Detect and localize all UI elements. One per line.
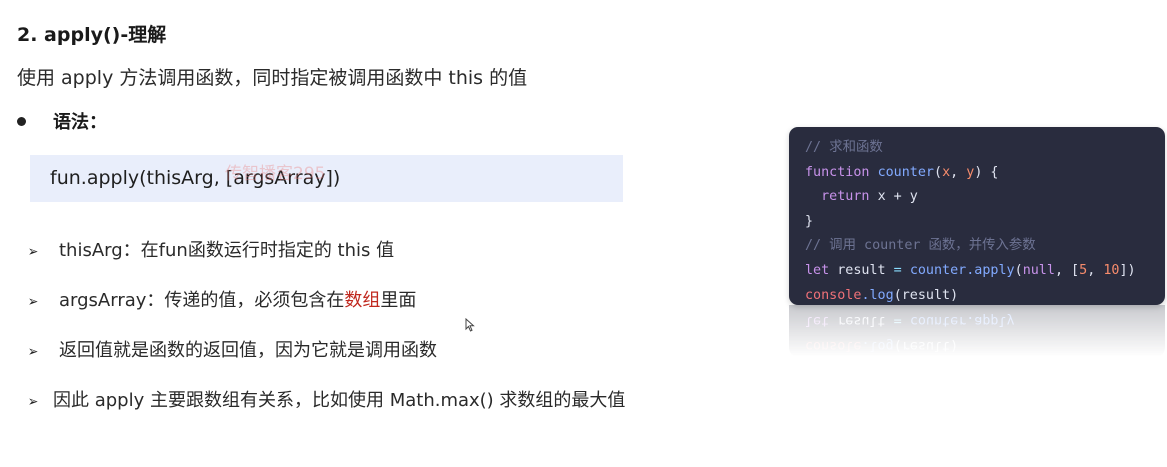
list-item-text: thisArg：在fun函数运行时指定的 this 值 — [59, 240, 395, 261]
reflection-text: .apply — [966, 313, 1015, 329]
explanation-list: ➢ thisArg：在fun函数运行时指定的 this 值 ➢ argsArray：… — [27, 238, 626, 438]
reflection-text: = — [885, 313, 910, 329]
list-item-text: 返回值就是函数的返回值，因为它就是调用函数 — [59, 340, 437, 361]
list-item-text: 因此 apply 主要跟数组有关系，比如使用 Math.max() 求数组的最大… — [53, 390, 626, 411]
code-punct: (result) — [893, 287, 959, 303]
list-item: ➢ 返回值就是函数的返回值，因为它就是调用函数 — [27, 338, 625, 388]
list-item: ➢ thisArg：在fun函数运行时指定的 this 值 — [27, 238, 625, 288]
list-item: ➢ argsArray：传递的值，必须包含在数组里面 — [27, 288, 625, 338]
code-operator: = — [885, 262, 910, 278]
code-line-5: // 调用 counter 函数，并传入参数 — [805, 234, 1165, 259]
reflection-text: console — [805, 338, 862, 353]
reflection-text: let — [805, 313, 830, 329]
code-expr: x + y — [877, 189, 918, 205]
code-card-reflection: console.log(result) let result = counter.… — [789, 305, 1165, 357]
arrow-bullet-icon: ➢ — [27, 344, 39, 360]
bullet-dot-icon — [17, 116, 26, 126]
code-line-3: return x + y — [805, 185, 1165, 210]
code-punct: , [ — [1054, 262, 1080, 278]
reflection-content: console.log(result) let result = counter.… — [789, 305, 1165, 357]
arrow-bullet-icon: ➢ — [27, 394, 39, 410]
intro-text: 使用 apply 方法调用函数，同时指定被调用函数中 this 的值 — [17, 67, 528, 89]
reflection-text: (result) — [893, 338, 959, 353]
code-param: x — [942, 164, 951, 180]
code-keyword: let — [805, 262, 830, 278]
mouse-cursor-icon — [465, 317, 475, 336]
syntax-code: fun.apply(thisArg, [argsArray]) — [50, 167, 341, 189]
code-line-4: } — [805, 210, 1165, 235]
code-keyword: function — [805, 164, 870, 180]
list-item: ➢ 因此 apply 主要跟数组有关系，比如使用 Math.max() 求数组的最… — [27, 388, 626, 438]
syntax-label-row: 语法： — [17, 108, 107, 134]
code-punct: ) { — [974, 164, 999, 180]
list-item-text: argsArray：传递的值，必须包含在 — [59, 290, 345, 311]
code-line-2: function counter(x, y) { — [805, 161, 1165, 186]
reflection-text: counter — [909, 313, 967, 329]
code-punct: } — [805, 213, 814, 229]
code-line-6: let result = counter.apply(null, [5, 10]… — [805, 259, 1165, 284]
code-comment: // 求和函数 — [805, 140, 883, 155]
code-null: null — [1022, 262, 1055, 278]
section-heading: 2. apply()-理解 — [17, 24, 167, 46]
code-comment: // 调用 counter 函数，并传入参数 — [805, 238, 1036, 254]
code-number: 5 — [1079, 262, 1088, 278]
code-number: 10 — [1103, 262, 1120, 278]
code-keyword: return — [821, 189, 870, 205]
syntax-label: 语法： — [53, 112, 107, 133]
code-line-1: // 求和函数 — [805, 136, 1165, 161]
code-example-card: // 求和函数 function counter(x, y) { return x… — [789, 127, 1165, 305]
reflection-text: .log — [861, 338, 894, 353]
code-punct: , — [1087, 262, 1104, 278]
syntax-code-box: fun.apply(thisArg, [argsArray]) — [30, 155, 623, 202]
code-object: console — [805, 287, 862, 303]
code-punct: ]) — [1119, 262, 1136, 278]
code-punct: ( — [934, 164, 943, 180]
arrow-bullet-icon: ➢ — [27, 244, 39, 260]
arrow-bullet-icon: ➢ — [27, 294, 39, 310]
code-punct: , — [950, 164, 967, 180]
code-function-name: counter — [877, 164, 934, 180]
code-method: .apply — [966, 262, 1015, 278]
reflection-text: result — [837, 313, 886, 329]
code-punct: ( — [1014, 262, 1023, 278]
code-variable: result — [837, 262, 886, 278]
code-method: .log — [861, 287, 894, 303]
code-function-name: counter — [909, 262, 967, 278]
list-item-text-end: 里面 — [380, 290, 417, 311]
highlight-text: 数组 — [344, 290, 381, 311]
